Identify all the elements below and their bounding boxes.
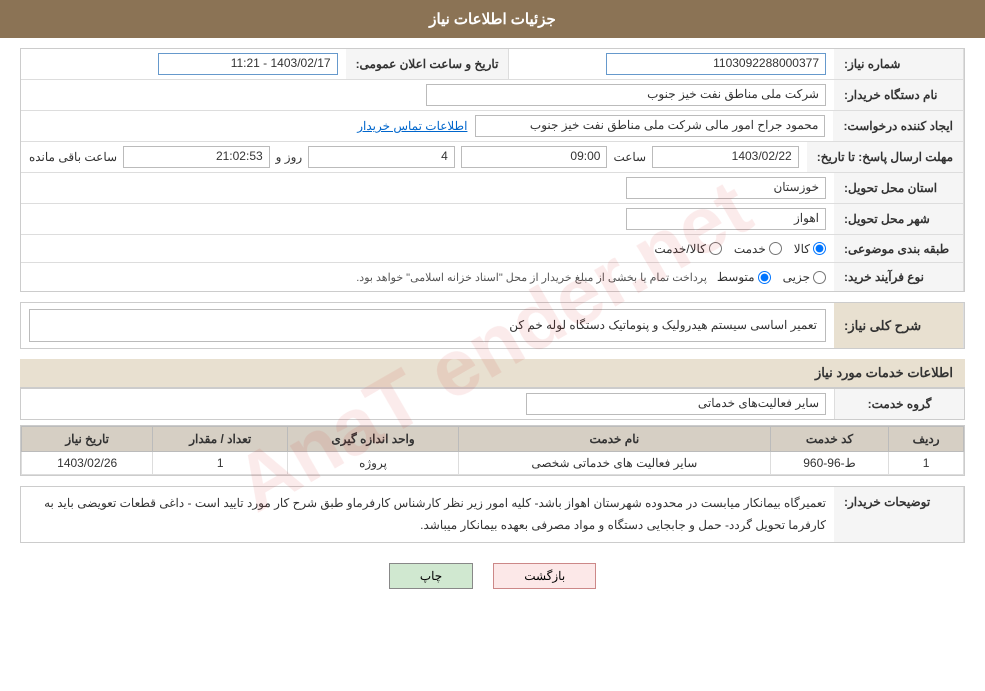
- category-service-label: خدمت: [734, 242, 766, 256]
- announce-value: 1403/02/17 - 11:21: [21, 49, 346, 79]
- deadline-time-label: ساعت: [613, 150, 646, 164]
- province-value: خوزستان: [21, 173, 834, 203]
- deadline-row: مهلت ارسال پاسخ: تا تاریخ: 1403/02/22 سا…: [21, 142, 964, 173]
- main-info-section: شماره نیاز: 1103092288000377 تاریخ و ساع…: [20, 48, 965, 292]
- category-both-radio[interactable]: [709, 242, 722, 255]
- requester-value: محمود جراح امور مالی شرکت ملی مناطق نفت …: [21, 111, 833, 141]
- cell-count: 1: [153, 452, 288, 475]
- back-button[interactable]: بازگشت: [493, 563, 596, 589]
- need-description-label: شرح کلی نیاز:: [834, 303, 964, 348]
- city-input[interactable]: اهواز: [626, 208, 826, 230]
- deadline-remaining-input[interactable]: 21:02:53: [123, 146, 270, 168]
- deadline-remaining-label: ساعت باقی مانده: [29, 150, 117, 164]
- deadline-time-input[interactable]: 09:00: [461, 146, 608, 168]
- city-value: اهواز: [21, 204, 834, 234]
- category-service-radio[interactable]: [769, 242, 782, 255]
- table-header-row: ردیف کد خدمت نام خدمت واحد اندازه گیری ت…: [22, 427, 964, 452]
- group-label: گروه خدمت:: [834, 389, 964, 419]
- deadline-days-input[interactable]: 4: [308, 146, 455, 168]
- cell-unit: پروژه: [288, 452, 459, 475]
- city-label: شهر محل تحویل:: [834, 204, 964, 234]
- cell-name: سایر فعالیت های خدماتی شخصی: [458, 452, 770, 475]
- buyer-name-row: نام دستگاه خریدار: شرکت ملی مناطق نفت خی…: [21, 80, 964, 111]
- requester-input[interactable]: محمود جراح امور مالی شرکت ملی مناطق نفت …: [475, 115, 825, 137]
- announce-input[interactable]: 1403/02/17 - 11:21: [158, 53, 338, 75]
- button-row: بازگشت چاپ: [20, 553, 965, 599]
- requester-label: ایجاد کننده درخواست:: [833, 111, 964, 141]
- category-goods-radio[interactable]: [813, 242, 826, 255]
- province-label: استان محل تحویل:: [834, 173, 964, 203]
- buyer-description-text: تعمیرگاه بیمانکار میابست در محدوده شهرست…: [21, 487, 834, 542]
- province-row: استان محل تحویل: خوزستان: [21, 173, 964, 204]
- category-label: طبقه بندی موضوعی:: [834, 235, 964, 262]
- need-description-value: تعمیر اساسی سیستم هیدرولیک و پنوماتیک دس…: [21, 303, 834, 348]
- purchase-partial[interactable]: جزیی: [783, 270, 826, 284]
- cell-date: 1403/02/26: [22, 452, 153, 475]
- need-number-label: شماره نیاز:: [834, 49, 964, 79]
- purchase-type-radio-group: جزیی متوسط: [717, 270, 826, 284]
- col-row: ردیف: [889, 427, 964, 452]
- col-count: تعداد / مقدار: [153, 427, 288, 452]
- col-code: کد خدمت: [770, 427, 888, 452]
- category-radio-group: کالا خدمت کالا/خدمت: [654, 242, 826, 256]
- need-description-container: شرح کلی نیاز: تعمیر اساسی سیستم هیدرولیک…: [20, 302, 965, 349]
- service-table-section: ردیف کد خدمت نام خدمت واحد اندازه گیری ت…: [20, 425, 965, 476]
- requester-row: ایجاد کننده درخواست: محمود جراح امور مال…: [21, 111, 964, 142]
- print-button[interactable]: چاپ: [389, 563, 473, 589]
- service-section-title: اطلاعات خدمات مورد نیاز: [20, 359, 965, 388]
- buyer-description-container: توضیحات خریدار: تعمیرگاه بیمانکار میابست…: [20, 486, 965, 543]
- purchase-medium[interactable]: متوسط: [717, 270, 771, 284]
- category-both[interactable]: کالا/خدمت: [654, 242, 721, 256]
- deadline-date-input[interactable]: 1403/02/22: [652, 146, 799, 168]
- col-date: تاریخ نیاز: [22, 427, 153, 452]
- purchase-partial-label: جزیی: [783, 270, 810, 284]
- need-number-input[interactable]: 1103092288000377: [606, 53, 826, 75]
- buyer-name-value: شرکت ملی مناطق نفت خیز جنوب: [21, 80, 834, 110]
- cell-row: 1: [889, 452, 964, 475]
- deadline-datetime: 1403/02/22 ساعت 09:00 4 روز و 21:02:53 س…: [29, 146, 799, 168]
- deadline-value: 1403/02/22 ساعت 09:00 4 روز و 21:02:53 س…: [21, 142, 807, 172]
- need-number-row: شماره نیاز: 1103092288000377 تاریخ و ساع…: [21, 49, 964, 80]
- buyer-name-input[interactable]: شرکت ملی مناطق نفت خیز جنوب: [426, 84, 826, 106]
- purchase-note: پرداخت تمام یا بخشی از مبلغ خریدار از مح…: [356, 271, 707, 284]
- need-number-value: 1103092288000377: [509, 49, 834, 79]
- need-description-input[interactable]: تعمیر اساسی سیستم هیدرولیک و پنوماتیک دس…: [29, 309, 826, 342]
- cell-code: ط-96-960: [770, 452, 888, 475]
- category-goods-label: کالا: [794, 242, 810, 256]
- service-table: ردیف کد خدمت نام خدمت واحد اندازه گیری ت…: [21, 426, 964, 475]
- province-input[interactable]: خوزستان: [626, 177, 826, 199]
- purchase-medium-label: متوسط: [717, 270, 755, 284]
- col-unit: واحد اندازه گیری: [288, 427, 459, 452]
- buyer-description-label: توضیحات خریدار:: [834, 487, 964, 542]
- purchase-medium-radio[interactable]: [758, 271, 771, 284]
- group-service-row: گروه خدمت: سایر فعالیت‌های خدماتی: [20, 388, 965, 420]
- purchase-type-label: نوع فرآیند خرید:: [834, 263, 964, 291]
- table-row: 1 ط-96-960 سایر فعالیت های خدماتی شخصی پ…: [22, 452, 964, 475]
- category-value: کالا خدمت کالا/خدمت: [21, 235, 834, 262]
- col-name: نام خدمت: [458, 427, 770, 452]
- purchase-partial-radio[interactable]: [813, 271, 826, 284]
- deadline-label: مهلت ارسال پاسخ: تا تاریخ:: [807, 142, 964, 172]
- contact-link[interactable]: اطلاعات تماس خریدار: [357, 119, 467, 133]
- category-service[interactable]: خدمت: [734, 242, 782, 256]
- page-title: جزئیات اطلاعات نیاز: [429, 11, 556, 28]
- group-value: سایر فعالیت‌های خدماتی: [21, 389, 834, 419]
- purchase-type-value: جزیی متوسط پرداخت تمام یا بخشی از مبلغ خ…: [21, 263, 834, 291]
- category-row: طبقه بندی موضوعی: کالا خدمت: [21, 235, 964, 263]
- page-header: جزئیات اطلاعات نیاز: [0, 0, 985, 38]
- deadline-day-label: روز و: [276, 150, 303, 164]
- category-goods[interactable]: کالا: [794, 242, 826, 256]
- city-row: شهر محل تحویل: اهواز: [21, 204, 964, 235]
- buyer-name-label: نام دستگاه خریدار:: [834, 80, 964, 110]
- group-input[interactable]: سایر فعالیت‌های خدماتی: [526, 393, 826, 415]
- category-both-label: کالا/خدمت: [654, 242, 705, 256]
- purchase-type-row: نوع فرآیند خرید: جزیی متوسط پرداخت تمام …: [21, 263, 964, 291]
- announce-label: تاریخ و ساعت اعلان عمومی:: [346, 49, 510, 79]
